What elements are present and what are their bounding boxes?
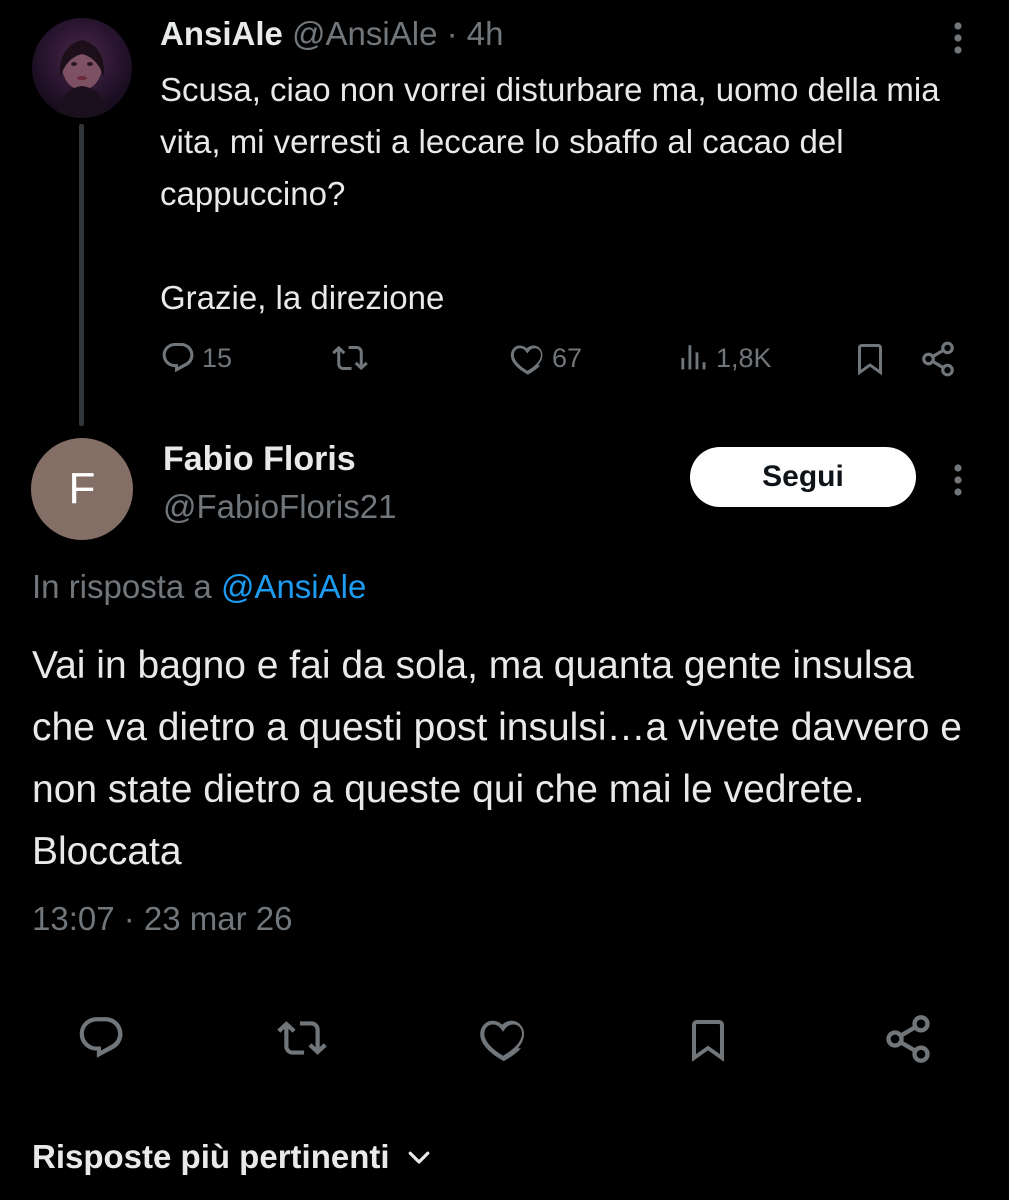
main-tweet-text: Vai in bagno e fai da sola, ma quanta ge… xyxy=(32,644,963,873)
more-vertical-icon[interactable] xyxy=(944,460,972,500)
parent-views-button[interactable]: 1,8K xyxy=(676,340,772,376)
avatar-letter: F xyxy=(68,464,96,513)
retweet-icon xyxy=(330,340,370,376)
main-retweet-button[interactable] xyxy=(274,1013,330,1063)
parent-reply-button[interactable]: 15 xyxy=(160,340,232,376)
parent-views-count: 1,8K xyxy=(716,342,772,373)
chevron-down-icon xyxy=(404,1142,434,1172)
views-icon xyxy=(676,340,710,376)
reply-mention-link[interactable]: @AnsiAle xyxy=(221,568,366,605)
main-bookmark-button[interactable] xyxy=(684,1013,732,1067)
main-author-name[interactable]: Fabio Floris xyxy=(163,440,356,479)
main-like-button[interactable] xyxy=(478,1013,530,1063)
parent-bookmark-button[interactable] xyxy=(852,340,888,378)
bookmark-icon xyxy=(852,340,888,378)
share-icon xyxy=(882,1013,934,1065)
main-tweet-timestamp[interactable]: 13:07 · 23 mar 26 xyxy=(32,900,293,938)
reply-icon xyxy=(76,1013,126,1063)
parent-like-button[interactable]: 67 xyxy=(510,340,582,376)
parent-tweet-header: AnsiAle @AnsiAle · 4h xyxy=(160,14,503,54)
thread-connector-line xyxy=(79,124,84,426)
bookmark-icon xyxy=(684,1013,732,1067)
heart-icon xyxy=(478,1013,530,1063)
main-reply-button[interactable] xyxy=(76,1013,126,1063)
parent-tweet-time[interactable]: · 4h xyxy=(447,15,504,52)
parent-retweet-button[interactable] xyxy=(330,340,370,376)
parent-author-handle[interactable]: @AnsiAle xyxy=(292,15,437,52)
parent-share-button[interactable] xyxy=(918,340,958,378)
share-icon xyxy=(918,340,958,378)
sort-label: Risposte più pertinenti xyxy=(32,1138,390,1175)
parent-tweet-text: Scusa, ciao non vorrei disturbare ma, uo… xyxy=(160,71,940,316)
follow-button[interactable]: Segui xyxy=(690,447,916,507)
parent-author-name[interactable]: AnsiAle xyxy=(160,15,283,52)
avatar-fabio-floris[interactable]: F xyxy=(31,438,133,540)
heart-icon xyxy=(510,340,546,376)
reply-prefix: In risposta a xyxy=(32,568,212,605)
replies-sort-selector[interactable]: Risposte più pertinenti xyxy=(32,1138,434,1176)
retweet-icon xyxy=(274,1013,330,1063)
more-vertical-icon[interactable] xyxy=(944,18,972,58)
parent-like-count: 67 xyxy=(552,342,583,373)
reply-context: In risposta a @AnsiAle xyxy=(32,568,366,606)
parent-reply-count: 15 xyxy=(202,342,233,373)
avatar-ansiale[interactable] xyxy=(32,18,132,118)
main-author-handle[interactable]: @FabioFloris21 xyxy=(163,488,396,526)
main-share-button[interactable] xyxy=(882,1013,934,1065)
reply-icon xyxy=(160,340,196,376)
